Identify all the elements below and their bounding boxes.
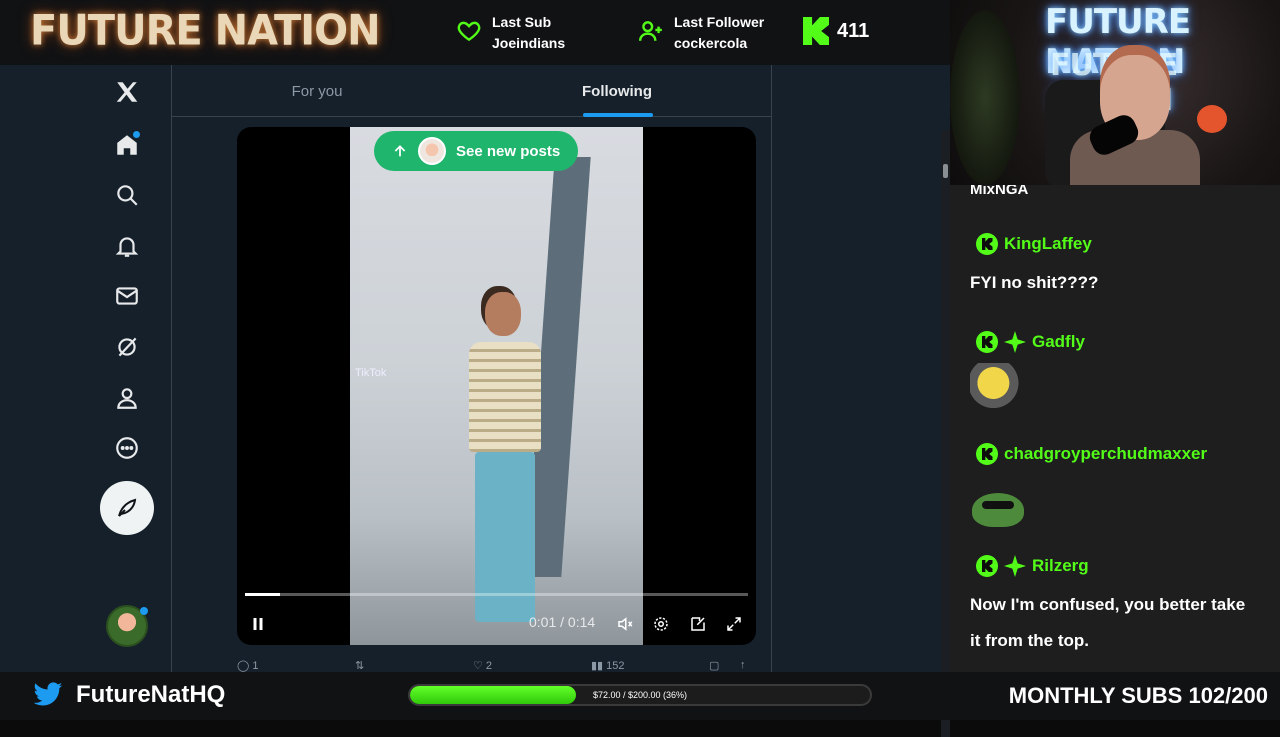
chat-cutoff-username: MixNGA [970, 185, 1029, 198]
kick-badge-icon [976, 555, 998, 577]
last-follower-label: Last Follower [674, 14, 765, 30]
compose-button[interactable] [100, 481, 154, 535]
kick-badge-icon [976, 443, 998, 465]
reply-action[interactable]: ◯ 1 [237, 659, 259, 672]
webcam-feed: FUTURE NATION FUTURE NATION [950, 0, 1280, 185]
chat-username: KingLaffey [976, 233, 1092, 255]
bell-icon[interactable] [112, 231, 142, 261]
heart-icon [456, 18, 482, 49]
pepe-emote [972, 493, 1024, 527]
like-action[interactable]: ♡ 2 [473, 659, 492, 672]
mail-icon[interactable] [112, 281, 142, 311]
volume-icon[interactable] [614, 613, 636, 635]
video-time: 0:01 / 0:14 [529, 614, 596, 630]
notification-dot [133, 131, 140, 138]
video-progress-bar[interactable] [245, 593, 748, 596]
pause-icon[interactable] [247, 613, 269, 635]
plant [950, 10, 1020, 185]
monthly-subs: MONTHLY SUBS 102/200 [1008, 683, 1268, 708]
bookmark-icon[interactable]: ▢ [709, 659, 719, 672]
kick-follower-count: 411 [803, 17, 869, 45]
fullscreen-icon[interactable] [723, 613, 745, 635]
chat-panel: MixNGA KingLaffey FYI no shit???? Gadfly… [950, 185, 1280, 672]
chat-emote [970, 363, 1022, 413]
views-action[interactable]: ▮▮ 152 [591, 659, 625, 672]
arrow-up-icon [394, 145, 406, 157]
like-count: 2 [485, 660, 493, 672]
grok-icon[interactable] [112, 332, 142, 362]
last-follower-name: cockercola [674, 35, 748, 51]
last-sub-label: Last Sub [492, 14, 552, 30]
post-actions: ◯ 1 ⇅ ♡ 2 ▮▮ 152 ▢ ↑ [237, 659, 756, 673]
add-user-icon [638, 18, 664, 49]
picture-in-picture-icon[interactable] [687, 613, 709, 635]
reply-count: 1 [252, 660, 259, 672]
twitter-window: For you Following TikTok See new posts 0… [0, 65, 950, 737]
overlay-top-bar: FUTURE NATION Last Sub Joeindians Last F… [0, 0, 950, 65]
share-icon[interactable]: ↑ [740, 659, 746, 671]
timeline-tabs: For you Following [172, 65, 772, 117]
video-player[interactable]: TikTok See new posts 0:01 / 0:14 [237, 127, 756, 645]
chat-username: Rilzerg [976, 555, 1089, 577]
donation-goal-bar: $72.00 / $200.00 (36%) [408, 684, 872, 706]
home-icon[interactable] [112, 130, 142, 160]
kick-badge-icon [976, 331, 998, 353]
tab-label: Following [582, 82, 652, 100]
video-person [465, 292, 545, 622]
tab-following[interactable]: Following [472, 65, 762, 117]
account-avatar[interactable] [106, 605, 148, 647]
compose-icon [118, 498, 137, 517]
kick-logo-icon [803, 17, 829, 45]
avatar [418, 137, 446, 165]
kick-badge-icon [976, 233, 998, 255]
video-controls: 0:01 / 0:14 [237, 605, 756, 645]
chat-username: chadgroyperchudmaxxer [976, 443, 1207, 465]
more-icon[interactable] [112, 433, 142, 463]
last-sub-name: Joeindians [492, 35, 566, 51]
tab-for-you[interactable]: For you [172, 65, 462, 117]
timeline-feed: For you Following TikTok See new posts 0… [171, 65, 772, 672]
views-count: 152 [606, 660, 625, 672]
video-frame: TikTok [350, 127, 643, 645]
kick-count: 411 [837, 19, 870, 42]
scrollbar[interactable] [941, 130, 950, 737]
chat-message: Now I'm confused, you better take it fro… [970, 595, 1246, 650]
subscriber-badge-icon [1004, 555, 1026, 577]
stress-ball [1197, 105, 1227, 133]
last-sub-widget: Last Sub Joeindians [456, 12, 565, 54]
profile-icon[interactable] [112, 383, 142, 413]
chat-username: Gadfly [976, 331, 1085, 353]
twitter-sidebar [100, 65, 154, 672]
chat-message: FYI no shit???? [970, 273, 1099, 292]
twitter-bird-icon [33, 682, 63, 706]
settings-icon[interactable] [650, 613, 672, 635]
active-tab-indicator [583, 113, 653, 117]
search-icon[interactable] [112, 180, 142, 210]
notification-dot [140, 607, 148, 615]
last-follower-widget: Last Follower cockercola [638, 12, 764, 54]
x-logo-icon[interactable] [112, 77, 142, 107]
overlay-bottom-bar: FutureNatHQ $72.00 / $200.00 (36%) MONTH… [0, 672, 1280, 720]
subscriber-badge-icon [1004, 331, 1026, 353]
see-new-posts-button[interactable]: See new posts [374, 131, 579, 171]
stream-logo: FUTURE NATION [30, 6, 381, 56]
tab-label: For you [291, 82, 343, 100]
see-new-posts-label: See new posts [456, 142, 561, 160]
repost-action[interactable]: ⇅ [355, 659, 364, 672]
twitter-handle: FutureNatHQ [32, 681, 225, 709]
goal-label: $72.00 / $200.00 (36%) [592, 690, 688, 700]
tiktok-watermark: TikTok [355, 367, 387, 379]
